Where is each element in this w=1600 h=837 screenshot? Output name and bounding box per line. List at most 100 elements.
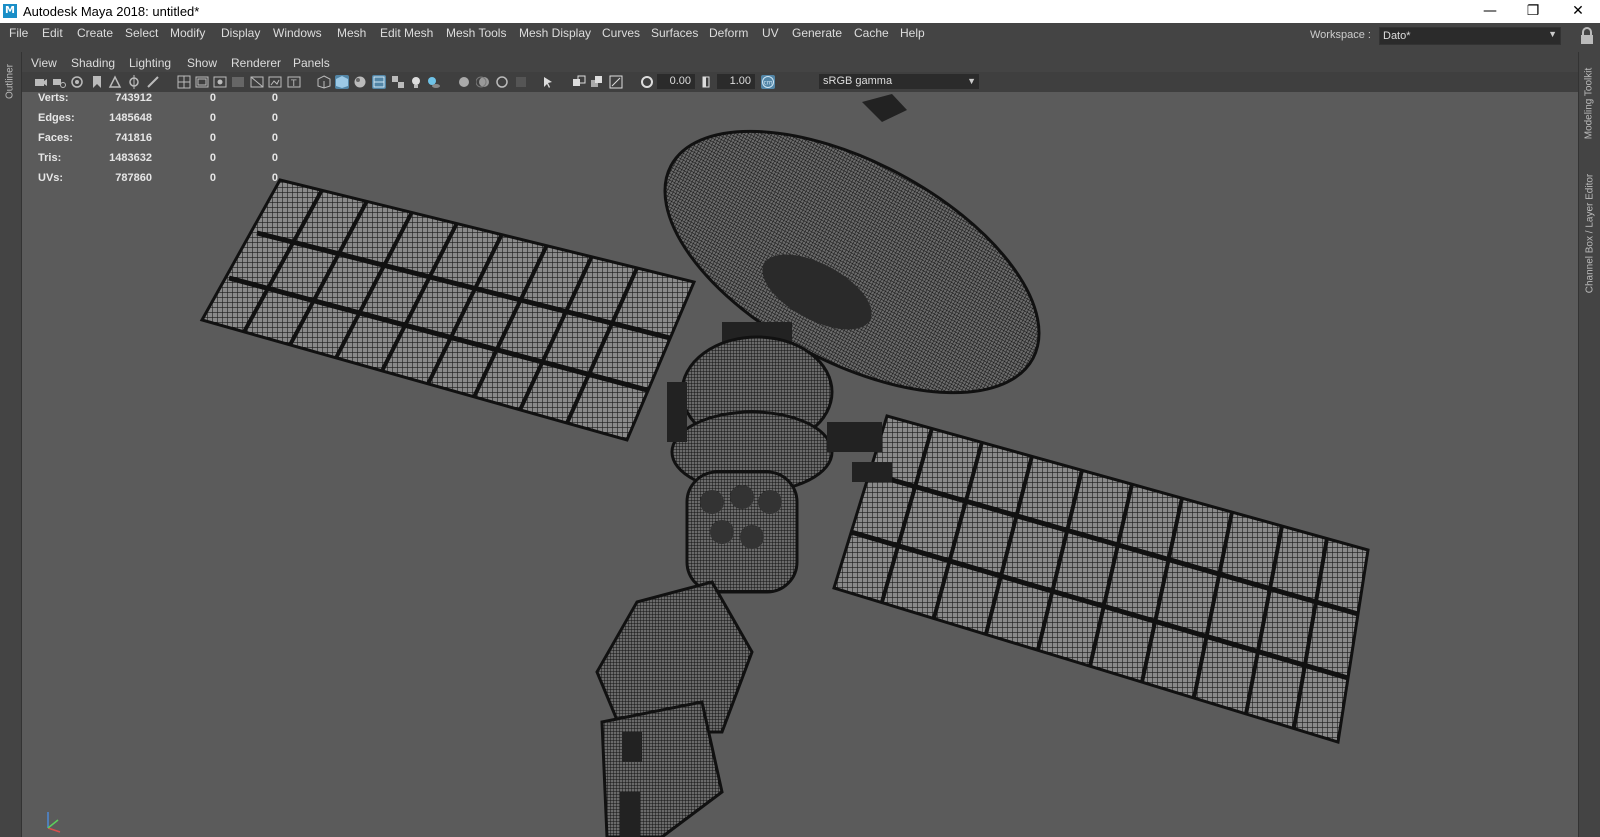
left-solar-panel bbox=[199, 178, 697, 442]
menu-help[interactable]: Help bbox=[900, 26, 925, 40]
hud-value-selected: 0 bbox=[209, 92, 216, 104]
use-all-lights-icon[interactable] bbox=[409, 75, 423, 89]
xray-icon[interactable] bbox=[572, 75, 586, 89]
perspective-viewport[interactable]: Verts: 743912 0 0 Edges: 1485648 0 0 Fac… bbox=[22, 92, 1578, 837]
menu-edit[interactable]: Edit bbox=[42, 26, 63, 40]
satellite-wireframe-model bbox=[199, 94, 1370, 837]
shadows-icon[interactable] bbox=[427, 75, 441, 89]
workspace-dropdown[interactable]: Dato* ▼ bbox=[1379, 27, 1561, 45]
hud-label: Edges: bbox=[38, 112, 75, 124]
menu-select[interactable]: Select bbox=[125, 26, 158, 40]
menu-modify[interactable]: Modify bbox=[170, 26, 205, 40]
wireframe-on-shaded-icon[interactable] bbox=[372, 75, 386, 89]
depth-of-field-icon[interactable] bbox=[514, 75, 528, 89]
modeling-toolkit-label: Modeling Toolkit bbox=[1583, 67, 1595, 140]
xray-components-icon[interactable] bbox=[609, 75, 623, 89]
view-transform-dropdown[interactable]: sRGB gamma ▼ bbox=[819, 74, 979, 89]
menu-create[interactable]: Create bbox=[77, 26, 113, 40]
smooth-shade-icon[interactable] bbox=[335, 75, 349, 89]
textured-icon[interactable] bbox=[391, 75, 405, 89]
workspace-label: Workspace : bbox=[1310, 29, 1371, 41]
default-material-icon[interactable] bbox=[353, 75, 367, 89]
minimize-icon[interactable]: — bbox=[1470, 0, 1510, 23]
color-management-icon[interactable]: cm bbox=[761, 75, 775, 89]
menu-edit-mesh[interactable]: Edit Mesh bbox=[380, 26, 433, 40]
hud-value-component: 0 bbox=[271, 132, 278, 144]
grid-icon[interactable] bbox=[177, 75, 191, 89]
channel-box-tab[interactable]: Channel Box / Layer Editor bbox=[1579, 162, 1600, 312]
menu-deform[interactable]: Deform bbox=[709, 26, 748, 40]
xray-joints-icon[interactable] bbox=[590, 75, 604, 89]
hud-value-scene: 787860 bbox=[115, 172, 152, 184]
safe-title-icon[interactable]: T bbox=[287, 75, 301, 89]
workspace-value: Dato* bbox=[1383, 30, 1411, 42]
image-plane-icon[interactable] bbox=[108, 75, 122, 89]
hud-value-selected: 0 bbox=[209, 172, 216, 184]
hud-row-tris: Tris: 1483632 0 0 bbox=[22, 152, 322, 172]
menu-curves[interactable]: Curves bbox=[602, 26, 640, 40]
wireframe-icon[interactable] bbox=[317, 75, 331, 89]
isolate-select-icon[interactable] bbox=[542, 75, 556, 89]
restore-icon[interactable]: ❐ bbox=[1513, 0, 1553, 23]
close-icon[interactable]: ✕ bbox=[1558, 0, 1598, 23]
view-transform-value: sRGB gamma bbox=[823, 75, 893, 87]
camera-lock-icon[interactable] bbox=[52, 75, 66, 89]
field-chart-icon[interactable] bbox=[250, 75, 264, 89]
hud-value-scene: 743912 bbox=[115, 92, 152, 104]
menu-mesh-tools[interactable]: Mesh Tools bbox=[446, 26, 506, 40]
camera-attributes-icon[interactable] bbox=[70, 75, 84, 89]
camera-icon[interactable] bbox=[34, 75, 48, 89]
gamma-field[interactable]: 1.00 bbox=[717, 74, 755, 89]
right-solar-panel bbox=[832, 414, 1370, 744]
menu-surfaces[interactable]: Surfaces bbox=[651, 26, 698, 40]
hud-value-selected: 0 bbox=[209, 112, 216, 124]
film-gate-icon[interactable] bbox=[195, 75, 209, 89]
chevron-down-icon: ▼ bbox=[967, 76, 976, 86]
panel-menu-lighting[interactable]: Lighting bbox=[129, 56, 171, 70]
panel-toolbar: T 0.00 1.00 cm sRGB gamma ▼ bbox=[22, 72, 1578, 92]
title-bar: M Autodesk Maya 2018: untitled* — ❐ ✕ bbox=[0, 0, 1600, 23]
gamma-icon[interactable] bbox=[700, 75, 714, 89]
exposure-field[interactable]: 0.00 bbox=[657, 74, 695, 89]
panel-menu-panels[interactable]: Panels bbox=[293, 56, 330, 70]
menu-mesh[interactable]: Mesh bbox=[337, 26, 366, 40]
menu-windows[interactable]: Windows bbox=[273, 26, 322, 40]
exposure-icon[interactable] bbox=[640, 75, 654, 89]
screen-space-ao-icon[interactable] bbox=[457, 75, 471, 89]
outliner-tab-label: Outliner bbox=[4, 64, 16, 100]
menu-generate[interactable]: Generate bbox=[792, 26, 842, 40]
hud-value-scene: 1485648 bbox=[109, 112, 152, 124]
menu-cache[interactable]: Cache bbox=[854, 26, 889, 40]
hud-label: Faces: bbox=[38, 132, 73, 144]
outliner-tab[interactable]: Outliner bbox=[2, 58, 18, 110]
hud-value-selected: 0 bbox=[209, 132, 216, 144]
2d-pan-zoom-icon[interactable] bbox=[127, 75, 141, 89]
window-title: Autodesk Maya 2018: untitled* bbox=[23, 4, 200, 19]
left-dock-strip bbox=[0, 52, 22, 837]
menu-uv[interactable]: UV bbox=[762, 26, 779, 40]
safe-action-icon[interactable] bbox=[268, 75, 282, 89]
menu-file[interactable]: File bbox=[9, 26, 28, 40]
hud-value-component: 0 bbox=[271, 112, 278, 124]
menu-mesh-display[interactable]: Mesh Display bbox=[519, 26, 591, 40]
panel-menu-view[interactable]: View bbox=[31, 56, 57, 70]
hud-value-component: 0 bbox=[271, 172, 278, 184]
panel-menu-bar: View Shading Lighting Show Renderer Pane… bbox=[22, 52, 1578, 72]
hud-row-uvs: UVs: 787860 0 0 bbox=[22, 172, 322, 192]
anti-aliasing-icon[interactable] bbox=[495, 75, 509, 89]
hud-value-selected: 0 bbox=[209, 152, 216, 164]
grease-pencil-icon[interactable] bbox=[146, 75, 160, 89]
modeling-toolkit-tab[interactable]: Modeling Toolkit bbox=[1579, 56, 1600, 156]
panel-menu-show[interactable]: Show bbox=[187, 56, 217, 70]
hud-label: Verts: bbox=[38, 92, 69, 104]
bookmark-icon[interactable] bbox=[90, 75, 104, 89]
hud-label: UVs: bbox=[38, 172, 64, 184]
panel-menu-shading[interactable]: Shading bbox=[71, 56, 115, 70]
lock-icon[interactable] bbox=[1580, 27, 1594, 45]
resolution-gate-icon[interactable] bbox=[213, 75, 227, 89]
channel-box-label: Channel Box / Layer Editor bbox=[1584, 173, 1596, 294]
panel-menu-renderer[interactable]: Renderer bbox=[231, 56, 281, 70]
menu-display[interactable]: Display bbox=[221, 26, 260, 40]
motion-blur-icon[interactable] bbox=[476, 75, 490, 89]
gate-mask-icon[interactable] bbox=[231, 75, 245, 89]
